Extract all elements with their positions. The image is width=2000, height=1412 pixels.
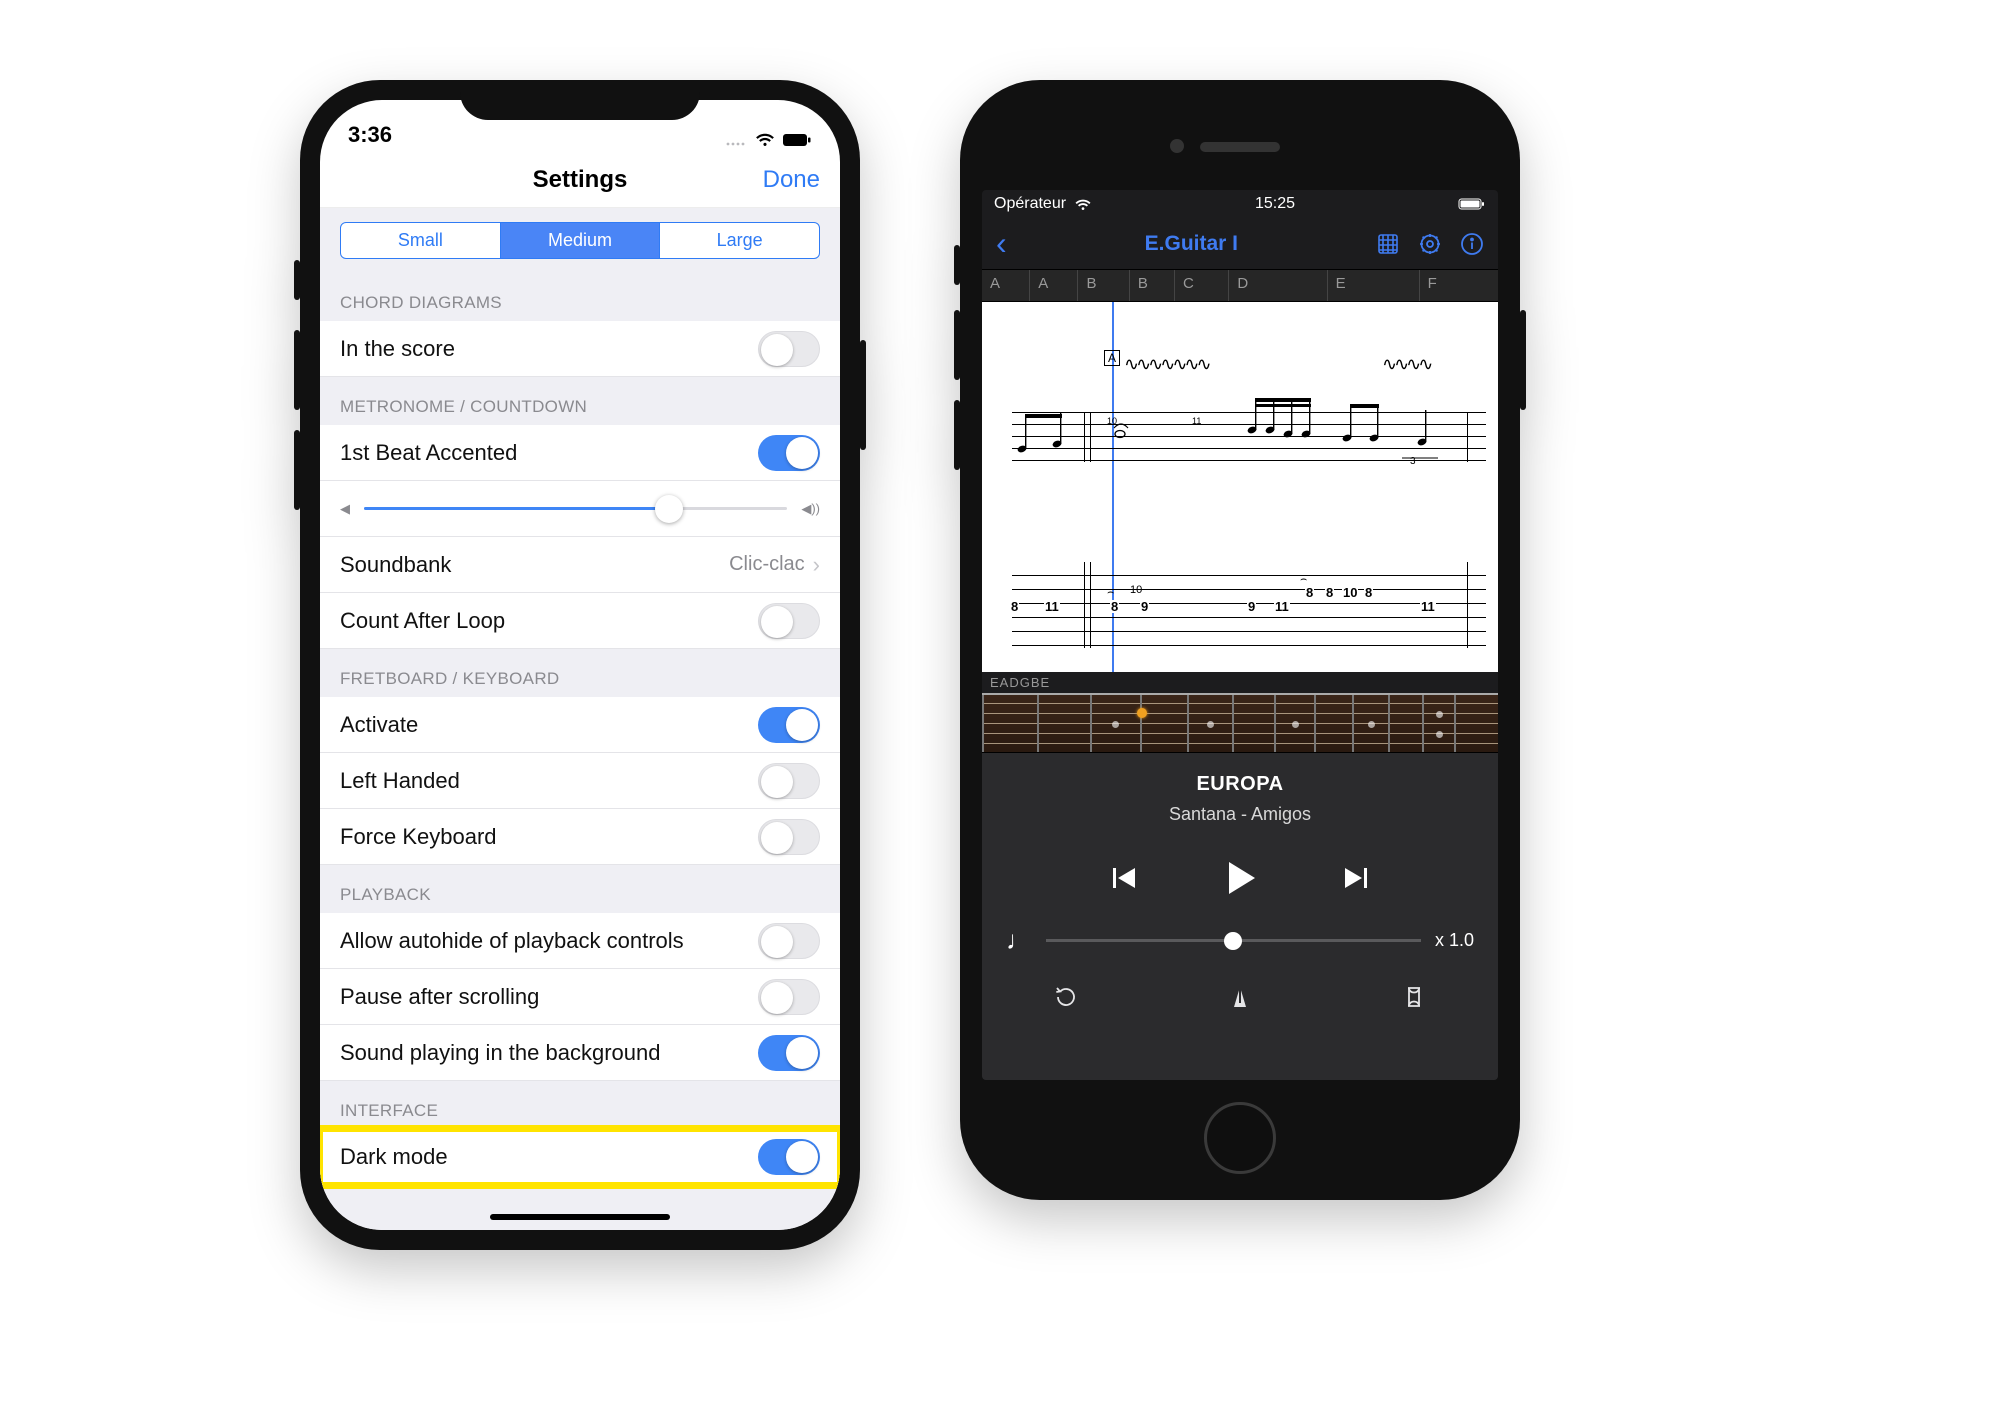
row-metronome-volume[interactable]: ◀ ◀)) <box>320 481 840 537</box>
row-pause-scroll[interactable]: Pause after scrolling <box>320 969 840 1025</box>
settings-list[interactable]: Small Medium Large CHORD DIAGRAMS In the… <box>320 208 840 1230</box>
section-marker[interactable]: B <box>1130 270 1175 301</box>
row-count-after-loop[interactable]: Count After Loop <box>320 593 840 649</box>
phone-settings: 3:36 Settings Done Small Medium La <box>300 80 860 1280</box>
switch-autohide[interactable] <box>758 923 820 959</box>
next-button[interactable] <box>1341 863 1371 893</box>
segment-medium[interactable]: Medium <box>500 223 660 258</box>
chevron-right-icon: › <box>813 552 820 578</box>
info-icon[interactable] <box>1460 232 1484 256</box>
section-marker[interactable]: D <box>1229 270 1327 301</box>
row-left-handed[interactable]: Left Handed <box>320 753 840 809</box>
section-marker[interactable]: E <box>1328 270 1420 301</box>
section-marker[interactable]: A <box>1030 270 1078 301</box>
battery-icon <box>1458 198 1486 210</box>
switch-in-score[interactable] <box>758 331 820 367</box>
group-metronome: METRONOME / COUNTDOWN <box>320 377 840 425</box>
song-artist: Santana - Amigos <box>1169 804 1311 825</box>
tuning-label: EADGBE <box>982 672 1498 693</box>
switch-force-keyboard[interactable] <box>758 819 820 855</box>
vibrato-marking: ∿∿∿∿∿∿∿ <box>1124 354 1209 375</box>
music-staff: 10 11 <box>1012 412 1486 462</box>
loop-button[interactable] <box>1053 984 1079 1010</box>
fretboard[interactable] <box>982 693 1498 753</box>
segment-small[interactable]: Small <box>341 223 500 258</box>
wifi-icon <box>1074 198 1092 211</box>
finger-marker <box>1137 708 1147 718</box>
switch-left-handed[interactable] <box>758 763 820 799</box>
home-indicator <box>490 1214 670 1220</box>
switch-dark-mode[interactable] <box>758 1139 820 1175</box>
player-panel: EUROPA Santana - Amigos ♩ x 1.0 <box>982 753 1498 1080</box>
navbar: Settings Done <box>320 152 840 208</box>
section-marker[interactable]: F <box>1420 270 1498 301</box>
volume-slider[interactable] <box>364 507 787 510</box>
svg-text:10: 10 <box>1107 416 1117 426</box>
note-icon: ♩ <box>1006 925 1032 956</box>
size-segmented-control[interactable]: Small Medium Large <box>340 222 820 259</box>
page-title: Settings <box>320 166 840 194</box>
switch-count-after[interactable] <box>758 603 820 639</box>
song-title: EUROPA <box>1196 773 1283 796</box>
switch-1st-beat[interactable] <box>758 435 820 471</box>
section-bar[interactable]: A A B B C D E F <box>982 270 1498 302</box>
row-activate[interactable]: Activate <box>320 697 840 753</box>
row-1st-beat[interactable]: 1st Beat Accented <box>320 425 840 481</box>
status-bar: Opérateur 15:25 <box>982 190 1498 218</box>
prev-button[interactable] <box>1109 863 1139 893</box>
cellular-icon <box>726 133 748 147</box>
svg-text:11: 11 <box>1192 416 1201 426</box>
navbar: ‹ E.Guitar I <box>982 218 1498 270</box>
group-fretboard: FRETBOARD / KEYBOARD <box>320 649 840 697</box>
section-marker[interactable]: B <box>1078 270 1129 301</box>
row-force-keyboard[interactable]: Force Keyboard <box>320 809 840 865</box>
countdown-button[interactable] <box>1401 984 1427 1010</box>
volume-high-icon: ◀)) <box>801 501 820 517</box>
tab-staff: 8 11 8 ⌢ 9 10 9 11 8 ⌢ 8 10 8 <box>1012 562 1486 646</box>
score-view[interactable]: A ∿∿∿∿∿∿∿ ∿∿∿∿ <box>982 302 1498 672</box>
group-chord-diagrams: CHORD DIAGRAMS <box>320 273 840 321</box>
section-marker[interactable]: C <box>1175 270 1229 301</box>
switch-bg-sound[interactable] <box>758 1035 820 1071</box>
switch-pause-scroll[interactable] <box>758 979 820 1015</box>
tempo-slider[interactable]: ♩ x 1.0 <box>1006 925 1474 956</box>
volume-low-icon: ◀ <box>340 501 350 517</box>
group-playback: PLAYBACK <box>320 865 840 913</box>
row-autohide[interactable]: Allow autohide of playback controls <box>320 913 840 969</box>
carrier-label: Opérateur <box>994 195 1066 213</box>
status-time: 3:36 <box>348 122 392 148</box>
gear-icon[interactable] <box>1418 232 1442 256</box>
wifi-icon <box>754 132 776 148</box>
battery-icon <box>782 133 812 147</box>
metronome-button[interactable] <box>1227 984 1253 1010</box>
home-button[interactable] <box>1204 1102 1276 1174</box>
phone-player: Opérateur 15:25 ‹ E.Guitar I <box>960 80 1520 1280</box>
row-soundbank[interactable]: Soundbank Clic-clac › <box>320 537 840 593</box>
segment-large[interactable]: Large <box>659 223 819 258</box>
back-button[interactable]: ‹ <box>996 225 1007 262</box>
mixer-icon[interactable] <box>1376 232 1400 256</box>
row-in-the-score[interactable]: In the score <box>320 321 840 377</box>
section-marker[interactable]: A <box>982 270 1030 301</box>
vibrato-marking: ∿∿∿∿ <box>1382 354 1430 375</box>
group-interface: INTERFACE <box>320 1081 840 1129</box>
switch-activate[interactable] <box>758 707 820 743</box>
status-time: 15:25 <box>1255 195 1295 213</box>
play-button[interactable] <box>1219 857 1261 899</box>
rehearsal-mark: A <box>1104 350 1120 366</box>
row-dark-mode[interactable]: Dark mode <box>320 1129 840 1185</box>
track-title: E.Guitar I <box>1021 232 1362 256</box>
row-bg-sound[interactable]: Sound playing in the background <box>320 1025 840 1081</box>
